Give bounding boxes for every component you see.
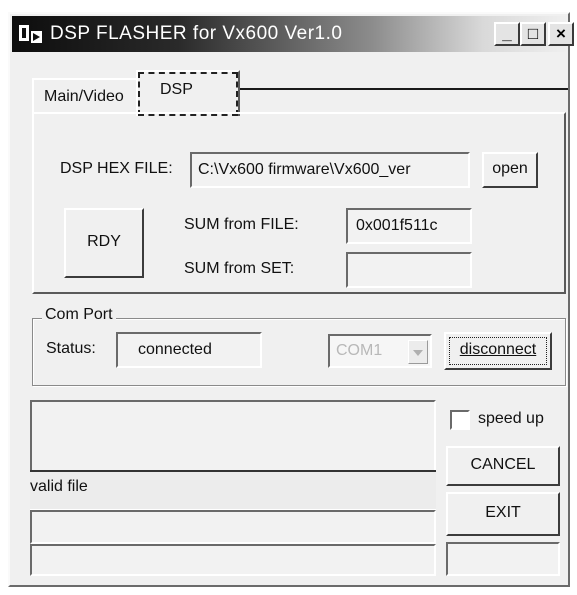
tab-strip-line: [238, 88, 568, 90]
exit-button[interactable]: EXIT: [446, 492, 560, 536]
close-button[interactable]: ×: [548, 22, 574, 46]
cancel-button[interactable]: CANCEL: [446, 446, 560, 486]
sum-file-label: SUM from FILE:: [184, 216, 299, 233]
maximize-button[interactable]: □: [520, 22, 546, 46]
hex-file-value: C:\Vx600 firmware\Vx600_ver: [198, 161, 411, 178]
log-line-4: [30, 544, 436, 576]
tab-dsp[interactable]: DSP: [136, 70, 240, 116]
app-window: DSP FLASHER for Vx600 Ver1.0 _ □ × Main/…: [8, 12, 574, 587]
log-line-2-text: valid file: [30, 478, 88, 495]
dropdown-button[interactable]: [408, 340, 428, 364]
com-port-select[interactable]: COM1: [328, 334, 432, 368]
minimize-button[interactable]: _: [494, 22, 520, 46]
status-field: connected: [116, 332, 262, 368]
status-box: [446, 542, 560, 576]
window-title: DSP FLASHER for Vx600 Ver1.0: [50, 23, 343, 44]
com-port-label: Com Port: [42, 306, 116, 324]
chevron-down-icon: [413, 350, 423, 356]
app-icon: [19, 25, 42, 43]
tab-main-video[interactable]: Main/Video: [32, 78, 138, 112]
tab-dsp-label: DSP: [160, 81, 193, 98]
rdy-button[interactable]: RDY: [64, 208, 144, 278]
speed-up-checkbox[interactable]: [450, 410, 470, 430]
speed-up-label: speed up: [478, 410, 544, 427]
status-label: Status:: [46, 340, 96, 357]
hex-file-label: DSP HEX FILE:: [60, 160, 173, 177]
dsp-panel: DSP HEX FILE: C:\Vx600 firmware\Vx600_ve…: [32, 112, 566, 294]
log-line-2: valid file: [30, 470, 436, 510]
status-value: connected: [138, 341, 212, 358]
sum-set-field: [346, 252, 472, 288]
disconnect-button[interactable]: disconnect: [444, 332, 552, 370]
log-line-3: [30, 510, 436, 544]
hex-file-field[interactable]: C:\Vx600 firmware\Vx600_ver: [190, 152, 470, 188]
sum-set-label: SUM from SET:: [184, 260, 295, 277]
title-bar[interactable]: DSP FLASHER for Vx600 Ver1.0 _ □ ×: [12, 16, 574, 52]
sum-file-field: 0x001f511c: [346, 208, 472, 244]
tab-main-video-label: Main/Video: [44, 88, 124, 105]
log-line-1: [30, 400, 436, 472]
open-button[interactable]: open: [482, 152, 538, 188]
sum-file-value: 0x001f511c: [356, 217, 438, 234]
